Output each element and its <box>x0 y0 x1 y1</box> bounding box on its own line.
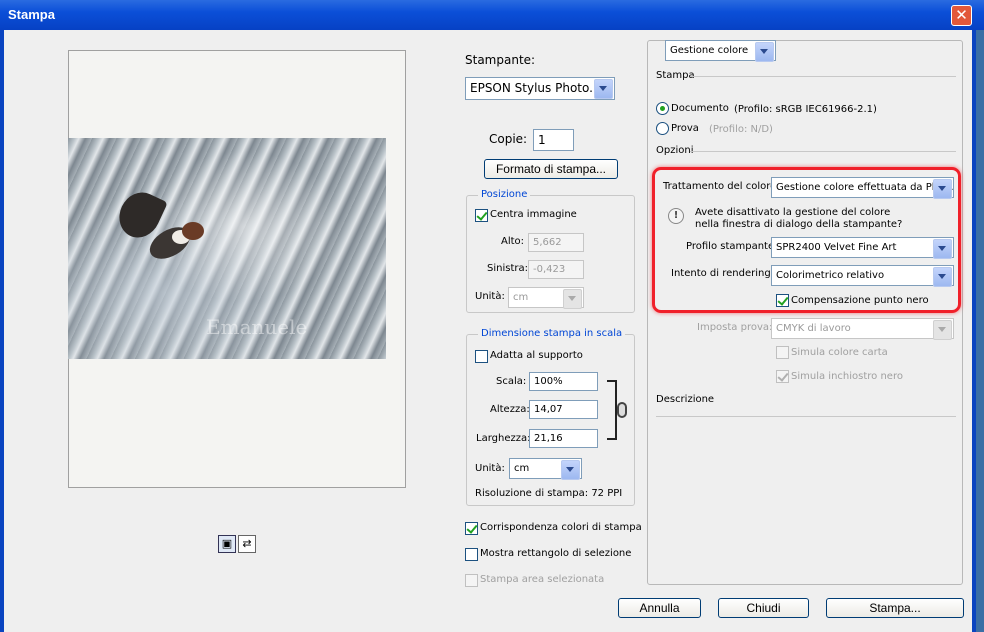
close-button[interactable]: Chiudi <box>718 598 809 618</box>
top-input[interactable]: 5,662 <box>528 233 584 252</box>
position-units-label: Unità: <box>475 291 505 302</box>
top-label: Alto: <box>501 236 525 247</box>
scale-input[interactable]: 100% <box>529 372 598 391</box>
chevron-down-icon <box>594 79 613 99</box>
proof-setup-select[interactable]: CMYK di lavoro <box>771 318 954 340</box>
scaled-size-group-title: Dimensione stampa in scala <box>478 328 626 339</box>
page-landscape-icon[interactable]: ⇄ <box>238 535 256 553</box>
proof-profile: (Profilo: N/D) <box>709 124 773 135</box>
proof-radio-label: Prova <box>671 123 699 134</box>
options-section-label: Opzioni <box>656 145 694 156</box>
position-units-select[interactable]: cm <box>508 287 584 309</box>
window-title: Stampa <box>8 7 55 22</box>
divider <box>656 416 956 417</box>
document-radio[interactable] <box>656 102 669 115</box>
page-portrait-icon[interactable]: ▣ <box>218 535 236 553</box>
copies-input[interactable]: 1 <box>533 129 574 151</box>
print-resolution: Risoluzione di stampa: 72 PPI <box>475 488 623 499</box>
close-window-button[interactable]: ✕ <box>951 5 972 26</box>
chevron-down-icon <box>755 42 774 62</box>
match-print-colors-label: Corrispondenza colori di stampa <box>480 522 642 533</box>
scaled-units-label: Unità: <box>475 463 505 474</box>
center-image-label: Centra immagine <box>490 209 577 220</box>
title-bar[interactable] <box>0 0 984 30</box>
width-label: Larghezza: <box>476 433 531 444</box>
left-label: Sinistra: <box>487 263 528 274</box>
simulate-paper-checkbox[interactable] <box>776 346 789 359</box>
photo-watermark: Emanuele <box>206 315 308 339</box>
description-label: Descrizione <box>656 394 715 405</box>
height-input[interactable]: 14,07 <box>529 400 598 419</box>
chevron-down-icon <box>561 460 580 480</box>
printer-label: Stampante: <box>465 53 536 67</box>
panel-mode-select[interactable]: Gestione colore <box>665 40 776 62</box>
simulate-black-ink-label: Simula inchiostro nero <box>791 371 903 382</box>
proof-setup-label: Imposta prova: <box>697 322 773 333</box>
position-group-title: Posizione <box>478 189 531 200</box>
close-icon: ✕ <box>955 6 968 24</box>
document-profile: (Profilo: sRGB IEC61966-2.1) <box>734 104 877 115</box>
center-image-checkbox[interactable] <box>475 209 488 222</box>
divider <box>690 151 956 152</box>
copies-label: Copie: <box>489 132 528 146</box>
simulate-paper-label: Simula colore carta <box>791 347 888 358</box>
constrain-bracket <box>607 380 617 440</box>
print-selected-area-label: Stampa area selezionata <box>480 574 605 585</box>
print-selected-area-checkbox[interactable] <box>465 574 478 587</box>
show-bounding-box-checkbox[interactable] <box>465 548 478 561</box>
scale-label: Scala: <box>496 376 527 387</box>
width-input[interactable]: 21,16 <box>529 429 598 448</box>
show-bounding-box-label: Mostra rettangolo di selezione <box>480 548 632 559</box>
document-radio-label: Documento <box>671 103 729 114</box>
divider <box>690 76 956 77</box>
page-setup-button[interactable]: Formato di stampa... <box>484 159 618 179</box>
print-section-label: Stampa <box>656 70 695 81</box>
red-highlight-box <box>652 167 961 313</box>
fit-media-label: Adatta al supporto <box>490 350 583 361</box>
bird-head <box>182 222 204 240</box>
link-icon[interactable] <box>617 402 627 418</box>
match-print-colors-checkbox[interactable] <box>465 522 478 535</box>
left-input[interactable]: -0,423 <box>528 260 584 279</box>
fit-media-checkbox[interactable] <box>475 350 488 363</box>
chevron-down-icon <box>563 289 582 309</box>
printer-value: EPSON Stylus Photo... <box>470 81 601 95</box>
simulate-black-ink-checkbox[interactable] <box>776 370 789 383</box>
scaled-units-select[interactable]: cm <box>509 458 582 480</box>
proof-radio[interactable] <box>656 122 669 135</box>
print-button[interactable]: Stampa... <box>826 598 964 618</box>
chevron-down-icon <box>933 320 952 340</box>
height-label: Altezza: <box>490 404 530 415</box>
cancel-button[interactable]: Annulla <box>618 598 701 618</box>
printer-select[interactable]: EPSON Stylus Photo... <box>465 77 615 100</box>
